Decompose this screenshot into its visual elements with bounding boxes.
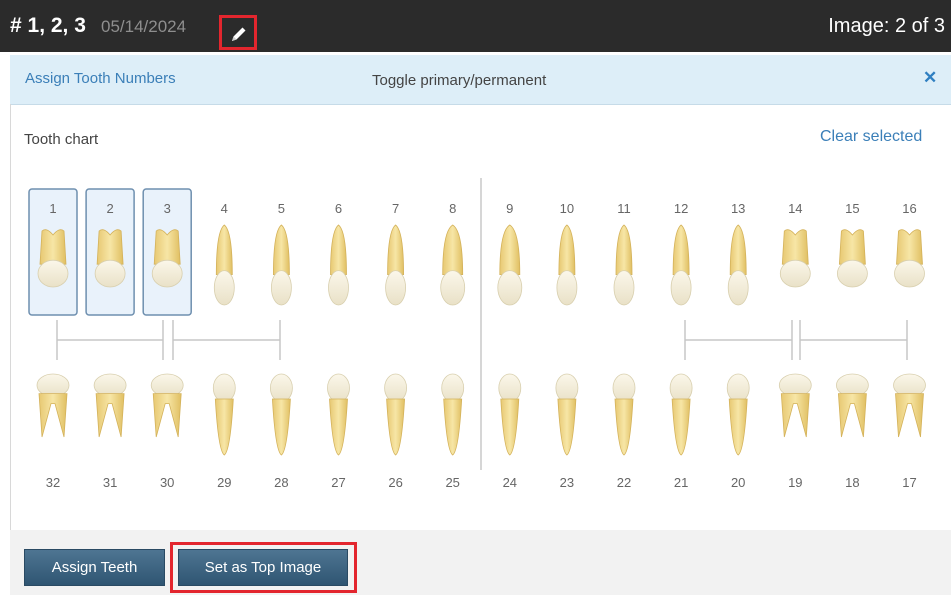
tooth-28[interactable]: 28 bbox=[269, 373, 293, 490]
tooth-number: 23 bbox=[560, 475, 574, 490]
tooth-30[interactable]: 30 bbox=[150, 373, 184, 490]
toggle-primary-permanent[interactable]: Toggle primary/permanent bbox=[372, 72, 546, 89]
tooth-number: 20 bbox=[731, 475, 745, 490]
tooth-number: 24 bbox=[503, 475, 517, 490]
tooth-number: 31 bbox=[103, 475, 117, 490]
tooth-number: 22 bbox=[617, 475, 631, 490]
tooth-15[interactable]: 15 bbox=[837, 201, 868, 288]
tooth-26[interactable]: 26 bbox=[384, 373, 408, 490]
tooth-24[interactable]: 24 bbox=[498, 373, 522, 490]
pencil-icon bbox=[232, 27, 246, 41]
tooth-chart: 1 2 3 4 5 6 7 8 9 10 11 12 13 14 15 16 32 31 30 29 28 27 26 25… bbox=[28, 178, 926, 490]
tooth-number: 7 bbox=[392, 201, 399, 216]
tooth-14[interactable]: 14 bbox=[779, 201, 811, 288]
tooth-9[interactable]: 9 bbox=[497, 201, 523, 306]
tooth-4[interactable]: 4 bbox=[213, 201, 235, 306]
upper-arch: 1 2 3 4 5 6 7 8 9 10 11 12 13 14 15 16 bbox=[28, 188, 925, 316]
selection-brackets bbox=[56, 320, 908, 360]
assign-teeth-button[interactable]: Assign Teeth bbox=[24, 549, 165, 586]
tooth-number: 29 bbox=[217, 475, 231, 490]
tooth-number: 32 bbox=[46, 475, 60, 490]
tooth-number: 5 bbox=[278, 201, 285, 216]
tooth-7[interactable]: 7 bbox=[385, 201, 407, 306]
tooth-number: 21 bbox=[674, 475, 688, 490]
tooth-number: 16 bbox=[902, 201, 916, 216]
tooth-18[interactable]: 18 bbox=[836, 373, 869, 490]
tooth-12[interactable]: 12 bbox=[670, 201, 692, 306]
tooth-5[interactable]: 5 bbox=[270, 201, 292, 306]
tooth-number: 30 bbox=[160, 475, 174, 490]
tooth-number: 6 bbox=[335, 201, 342, 216]
assign-tooth-numbers-bar: Assign Tooth Numbers Toggle primary/perm… bbox=[10, 55, 951, 105]
tooth-number: 27 bbox=[331, 475, 345, 490]
tooth-21[interactable]: 21 bbox=[669, 373, 693, 490]
tooth-6[interactable]: 6 bbox=[328, 201, 349, 306]
tooth-number: 3 bbox=[164, 201, 171, 216]
tooth-2[interactable]: 2 bbox=[85, 188, 135, 316]
tooth-number: 19 bbox=[788, 475, 802, 490]
tooth-number: 11 bbox=[617, 201, 631, 216]
tooth-32[interactable]: 32 bbox=[36, 373, 70, 490]
tooth-number: 14 bbox=[788, 201, 802, 216]
image-date: 05/14/2024 bbox=[101, 17, 187, 36]
close-icon[interactable]: ✕ bbox=[923, 68, 937, 88]
tooth-number: 28 bbox=[274, 475, 288, 490]
tooth-number: 25 bbox=[445, 475, 459, 490]
tooth-19[interactable]: 19 bbox=[778, 373, 812, 490]
tooth-27[interactable]: 27 bbox=[327, 373, 350, 490]
tooth-31[interactable]: 31 bbox=[93, 373, 127, 490]
tooth-8[interactable]: 8 bbox=[440, 201, 466, 306]
clear-selected-link[interactable]: Clear selected bbox=[820, 128, 922, 146]
highlight-frame bbox=[170, 542, 357, 593]
tooth-number: 9 bbox=[506, 201, 513, 216]
tooth-16[interactable]: 16 bbox=[894, 201, 925, 288]
tooth-number: 13 bbox=[731, 201, 745, 216]
image-counter: Image: 2 of 3 bbox=[828, 15, 945, 37]
assign-tooth-numbers-title: Assign Tooth Numbers bbox=[25, 70, 176, 87]
tooth-10[interactable]: 10 bbox=[556, 201, 578, 306]
edit-button[interactable] bbox=[219, 15, 257, 50]
tooth-number: 12 bbox=[674, 201, 688, 216]
tooth-1[interactable]: 1 bbox=[28, 188, 78, 316]
tooth-23[interactable]: 23 bbox=[555, 373, 579, 490]
tooth-number: 26 bbox=[388, 475, 402, 490]
tooth-number: 15 bbox=[845, 201, 859, 216]
tooth-3[interactable]: 3 bbox=[142, 188, 192, 316]
teeth-label: # 1, 2, 3 bbox=[10, 14, 86, 37]
tooth-number: 17 bbox=[902, 475, 916, 490]
tooth-13[interactable]: 13 bbox=[727, 201, 749, 306]
top-bar: # 1, 2, 3 05/14/2024 Image: 2 of 3 bbox=[0, 0, 951, 52]
tooth-chart-label: Tooth chart bbox=[24, 131, 99, 148]
tooth-number: 4 bbox=[221, 201, 228, 216]
tooth-number: 10 bbox=[560, 201, 574, 216]
tooth-17[interactable]: 17 bbox=[893, 373, 926, 490]
tooth-number: 18 bbox=[845, 475, 859, 490]
tooth-number: 2 bbox=[106, 201, 113, 216]
tooth-number: 1 bbox=[49, 201, 56, 216]
tooth-number: 8 bbox=[449, 201, 456, 216]
tooth-29[interactable]: 29 bbox=[212, 373, 236, 490]
tooth-11[interactable]: 11 bbox=[613, 201, 635, 306]
tooth-25[interactable]: 25 bbox=[441, 373, 465, 490]
tooth-20[interactable]: 20 bbox=[726, 373, 750, 490]
tooth-22[interactable]: 22 bbox=[612, 373, 636, 490]
